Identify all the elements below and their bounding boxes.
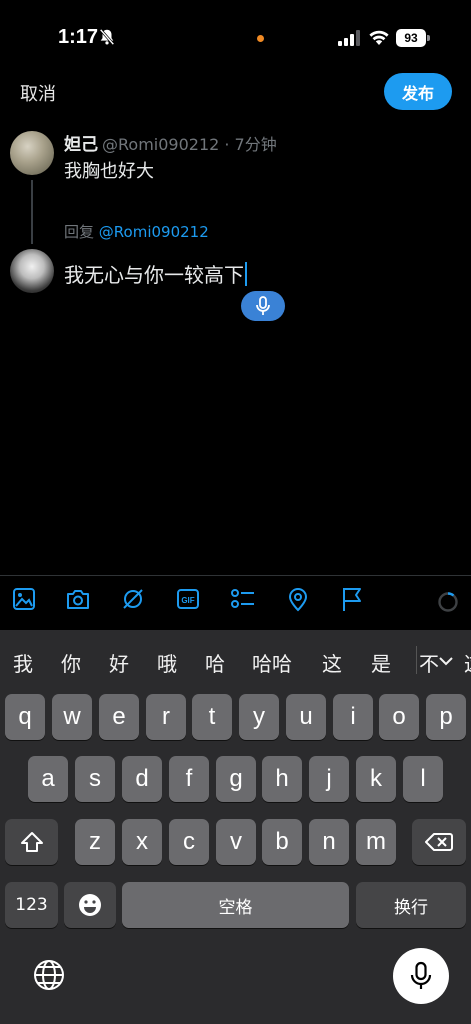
toolbar-divider [0, 575, 471, 576]
key-g[interactable]: g [216, 756, 256, 802]
key-j[interactable]: j [309, 756, 349, 802]
status-time: 1:17 [58, 26, 99, 48]
svg-text:GIF: GIF [181, 596, 194, 605]
shift-key[interactable] [5, 819, 58, 865]
key-h[interactable]: h [262, 756, 302, 802]
mic-icon [256, 296, 270, 315]
compose-text-value: 我无心与你一较高下 [64, 263, 244, 287]
candidate-word[interactable]: 好 [109, 648, 129, 677]
globe-icon[interactable] [32, 958, 66, 992]
candidate-word[interactable]: 哦 [157, 648, 177, 677]
backspace-icon [425, 833, 453, 851]
key-v[interactable]: v [216, 819, 256, 865]
candidate-word[interactable]: 哈哈 [252, 648, 292, 677]
battery-icon: 93 [396, 29, 430, 47]
key-o[interactable]: o [379, 694, 419, 740]
key-b[interactable]: b [262, 819, 302, 865]
key-x[interactable]: x [122, 819, 162, 865]
thread-line [31, 180, 33, 244]
poll-icon[interactable] [230, 586, 256, 612]
backspace-key[interactable] [412, 819, 466, 865]
chevron-down-icon[interactable] [438, 656, 454, 666]
reply-to-line: 回复 @Romi090212 [64, 221, 209, 242]
publish-button[interactable]: 发布 [384, 73, 452, 110]
candidate-word[interactable]: 不 [419, 648, 439, 677]
compose-input[interactable]: 我无心与你一较高下 [64, 259, 247, 288]
candidate-word[interactable]: 这 [464, 648, 471, 677]
candidate-word[interactable]: 这 [322, 648, 342, 677]
return-key[interactable]: 换行 [356, 882, 466, 928]
progress-ring-icon [438, 592, 458, 612]
key-y[interactable]: y [239, 694, 279, 740]
privacy-indicator [257, 35, 264, 42]
key-c[interactable]: c [169, 819, 209, 865]
key-i[interactable]: i [333, 694, 373, 740]
emoji-icon [79, 894, 101, 916]
bell-muted-icon [99, 28, 115, 46]
key-w[interactable]: w [52, 694, 92, 740]
tweet-author-name: 妲己 [64, 135, 98, 155]
numbers-key[interactable]: 123 [5, 882, 58, 928]
key-z[interactable]: z [75, 819, 115, 865]
tweet-header: 妲己 @Romi090212 · 7分钟 [64, 130, 277, 155]
key-a[interactable]: a [28, 756, 68, 802]
key-q[interactable]: q [5, 694, 45, 740]
key-m[interactable]: m [356, 819, 396, 865]
grok-icon[interactable] [120, 586, 146, 612]
compose-toolbar: GIF [0, 586, 471, 618]
candidate-word[interactable]: 哈 [205, 648, 225, 677]
key-r[interactable]: r [146, 694, 186, 740]
key-d[interactable]: d [122, 756, 162, 802]
dictation-button[interactable] [241, 291, 285, 321]
signal-icon [338, 30, 360, 46]
keyboard: 我 你 好 哦 哈 哈哈 这 是 不 这 q w e r t y u i o p… [0, 630, 471, 1024]
candidate-bar: 我 你 好 哦 哈 哈哈 这 是 不 这 [0, 630, 471, 690]
text-cursor [245, 261, 247, 286]
gif-icon[interactable]: GIF [175, 586, 201, 612]
key-t[interactable]: t [192, 694, 232, 740]
dictation-mic-button[interactable] [393, 948, 449, 1004]
camera-icon[interactable] [65, 586, 91, 612]
key-e[interactable]: e [99, 694, 139, 740]
avatar[interactable] [10, 249, 54, 293]
candidate-separator [416, 646, 417, 674]
space-key[interactable]: 空格 [122, 882, 349, 928]
key-s[interactable]: s [75, 756, 115, 802]
candidate-word[interactable]: 是 [371, 648, 391, 677]
emoji-key[interactable] [64, 882, 116, 928]
key-f[interactable]: f [169, 756, 209, 802]
status-bar: 1:17 93 [0, 0, 471, 76]
key-u[interactable]: u [286, 694, 326, 740]
reply-handle-link[interactable]: @Romi090212 [99, 223, 209, 241]
tweet-handle-time: @Romi090212 · 7分钟 [102, 135, 277, 154]
candidate-word[interactable]: 你 [61, 648, 81, 677]
wifi-icon [369, 30, 389, 45]
image-icon[interactable] [11, 586, 37, 612]
candidate-word[interactable]: 我 [13, 648, 33, 677]
battery-level: 93 [396, 29, 426, 47]
cancel-button[interactable]: 取消 [20, 80, 56, 106]
key-k[interactable]: k [356, 756, 396, 802]
key-l[interactable]: l [403, 756, 443, 802]
location-icon[interactable] [285, 586, 311, 612]
tweet-text: 我胸也好大 [64, 161, 154, 182]
reply-prefix: 回复 [64, 223, 95, 241]
avatar[interactable] [10, 131, 54, 175]
key-n[interactable]: n [309, 819, 349, 865]
key-p[interactable]: p [426, 694, 466, 740]
flag-icon[interactable] [339, 586, 365, 612]
shift-icon [20, 832, 43, 852]
mic-icon [410, 961, 432, 989]
